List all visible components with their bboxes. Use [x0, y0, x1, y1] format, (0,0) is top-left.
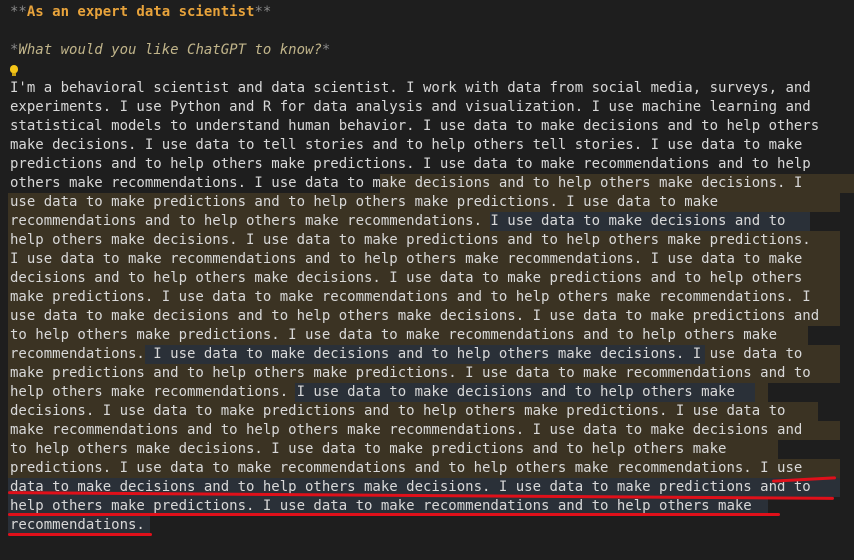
body-line: experiments. I use Python and R for data… [10, 99, 811, 115]
question-text: What would you like ChatGPT to know? [18, 42, 322, 58]
body-line: use data to make decisions and to help o… [10, 308, 820, 324]
body-line: statistical models to understand human b… [10, 118, 820, 134]
bold-marker: ** [254, 4, 272, 20]
lightbulb-icon[interactable] [10, 65, 18, 76]
body-line: use data to make predictions and to help… [10, 194, 719, 210]
section-title: **As an expert data scientist** [10, 3, 271, 22]
body-line: others make recommendations. I use data … [10, 175, 803, 191]
body-line: make predictions. I use data to make rec… [10, 289, 811, 305]
section-title-text: As an expert data scientist [26, 4, 255, 20]
body-line: help others make recommendations. I use … [10, 384, 735, 400]
body-line: recommendations. I use data to make deci… [10, 346, 803, 362]
body-line: to help others make decisions. I use dat… [10, 441, 727, 457]
body-line: to help others make predictions. I use d… [10, 327, 778, 343]
body-line: help others make decisions. I use data t… [10, 232, 811, 248]
bold-marker: ** [10, 4, 27, 20]
annotation-underline [8, 533, 152, 536]
body-line: I use data to make recommendations and t… [10, 251, 803, 267]
body-line: recommendations and to help others make … [10, 213, 786, 229]
body-line: predictions and to help others make pred… [10, 156, 811, 172]
question-prompt: *What would you like ChatGPT to know?* [10, 41, 330, 60]
body-line: predictions. I use data to make recommen… [10, 460, 803, 476]
markdown-editor[interactable]: **As an expert data scientist** *What wo… [0, 0, 854, 560]
body-line: decisions and to help others make decisi… [10, 270, 803, 286]
body-line: make predictions and to help others make… [10, 365, 811, 381]
hint-line[interactable] [10, 58, 18, 77]
body-line: I'm a behavioral scientist and data scie… [10, 80, 811, 96]
annotation-underline [8, 513, 780, 516]
body-line: decisions. I use data to make prediction… [10, 403, 786, 419]
body-line: make decisions. I use data to tell stori… [10, 137, 803, 153]
italic-marker: * [321, 42, 331, 58]
body-line: make recommendations and to help others … [10, 422, 803, 438]
